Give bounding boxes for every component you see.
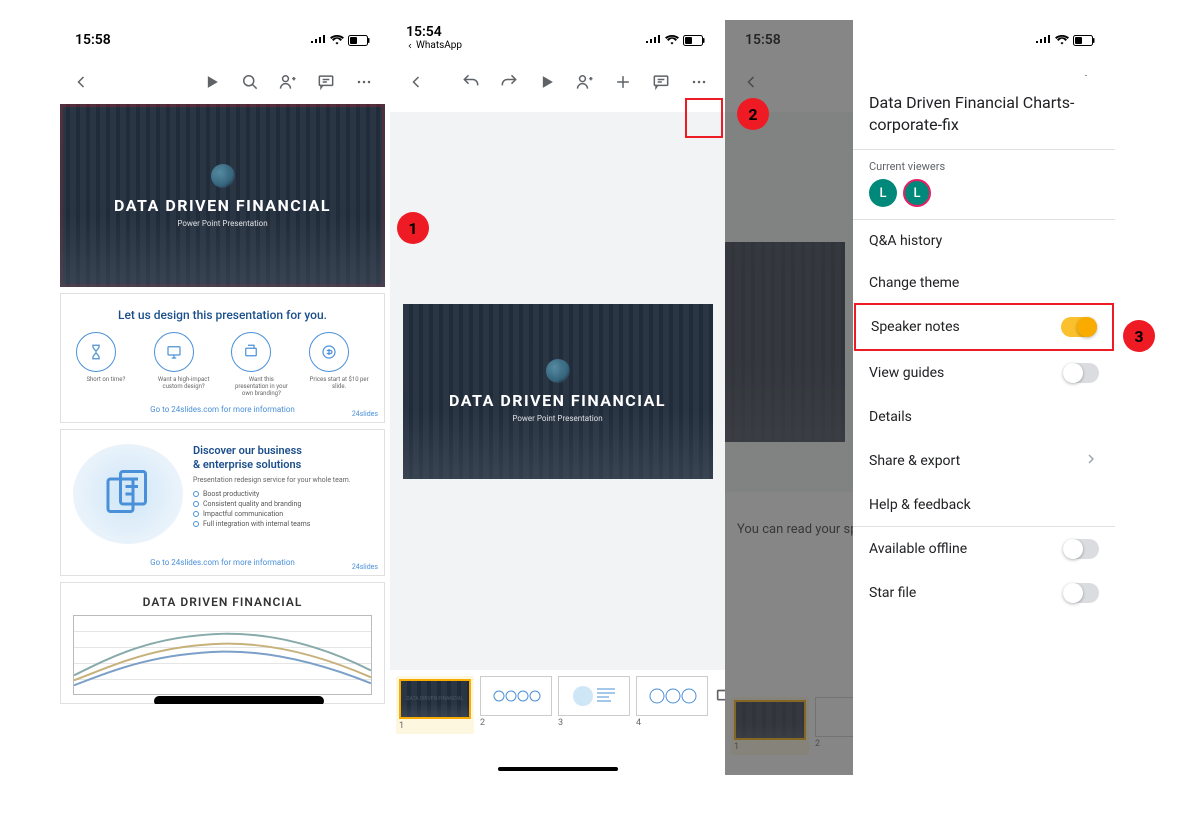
cellular-icon (645, 35, 661, 45)
back-button[interactable] (733, 64, 769, 100)
menu-sheet: Data Driven Financial Charts-corporate-f… (853, 76, 1115, 775)
cellular-icon (310, 35, 326, 45)
comments-button[interactable] (308, 64, 344, 100)
menu-qa-history[interactable]: Q&A history (853, 220, 1115, 262)
globe-icon (546, 359, 570, 383)
slide-canvas[interactable]: DATA DRIVEN FINANCIAL Power Point Presen… (390, 112, 725, 670)
filmstrip-thumb-3[interactable]: 3 (558, 676, 630, 728)
share-person-button[interactable] (270, 64, 306, 100)
hourglass-icon (76, 332, 116, 372)
slide2-foot: Go to 24slides.com for more information (67, 405, 378, 414)
viewer-avatar-2[interactable]: L (903, 179, 931, 207)
callout-1: 1 (397, 212, 429, 244)
status-bar: 15:58 (55, 20, 390, 60)
chart-area (73, 615, 372, 695)
menu-speaker-notes[interactable]: Speaker notes (855, 304, 1113, 350)
slide-thumb-4[interactable]: DATA DRIVEN FINANCIAL (60, 582, 385, 704)
menu-change-theme[interactable]: Change theme (853, 262, 1115, 304)
monitor-icon (154, 332, 194, 372)
back-to-app[interactable]: WhatsApp (406, 40, 462, 51)
file-title: Data Driven Financial Charts-corporate-f… (853, 92, 1115, 149)
wifi-icon (1055, 35, 1069, 45)
toolbar-editor (390, 60, 725, 104)
status-time: 15:54 (406, 24, 462, 40)
slide-title: DATA DRIVEN FINANCIAL (114, 196, 331, 215)
slides-grid[interactable]: DATA DRIVEN FINANCIAL Power Point Presen… (55, 104, 390, 704)
slide3-title2: & enterprise solutions (193, 458, 351, 472)
play-button[interactable] (194, 64, 230, 100)
play-button[interactable] (529, 64, 565, 100)
star-toggle[interactable] (1063, 583, 1099, 603)
slide-subtitle: Power Point Presentation (177, 219, 267, 228)
menu-available-offline[interactable]: Available offline (853, 527, 1115, 571)
status-icons (645, 35, 705, 46)
more-button[interactable] (346, 64, 382, 100)
callout-2: 2 (737, 98, 769, 130)
globe-icon (211, 164, 235, 188)
toolbar-overview (55, 60, 390, 104)
slide3-sub: Presentation redesign service for your w… (193, 476, 351, 484)
battery-icon (348, 35, 370, 46)
menu-share-export[interactable]: Share & export (853, 438, 1115, 484)
slide-thumb-2[interactable]: Let us design this presentation for you.… (60, 293, 385, 423)
view-guides-toggle[interactable] (1063, 363, 1099, 383)
speaker-notes-toggle[interactable] (1061, 317, 1097, 337)
status-time: 15:58 (745, 32, 781, 48)
back-button[interactable] (398, 64, 434, 100)
filmstrip-thumb-1[interactable]: 1 (731, 697, 809, 755)
slide3-title1: Discover our business (193, 444, 351, 458)
share-person-button[interactable] (567, 64, 603, 100)
panel-menu: 15:58 You ca (725, 20, 1115, 775)
more-button[interactable] (681, 64, 717, 100)
filmstrip-thumb-4[interactable]: 4 (636, 676, 708, 728)
filmstrip-thumb-2[interactable]: 2 (480, 676, 552, 728)
home-indicator (498, 767, 618, 771)
panel-overview: 15:58 (55, 20, 390, 775)
status-time: 15:58 (75, 32, 111, 48)
wifi-icon (665, 35, 679, 45)
menu-help-feedback[interactable]: Help & feedback (853, 484, 1115, 526)
panel-editor: 15:54 WhatsApp (390, 20, 725, 775)
slides-icon (231, 332, 271, 372)
menu-view-guides[interactable]: View guides (853, 350, 1115, 396)
battery-icon (1073, 35, 1095, 46)
insert-button[interactable] (605, 64, 641, 100)
comments-button[interactable] (643, 64, 679, 100)
documents-icon (73, 444, 183, 544)
search-button[interactable] (232, 64, 268, 100)
slide2-head: Let us design this presentation for you. (67, 308, 378, 322)
filmstrip: DATA DRIVEN FINANCIAL 1 2 3 4 (390, 670, 725, 734)
filmstrip-thumb-1[interactable]: DATA DRIVEN FINANCIAL 1 (396, 676, 474, 734)
slide-thumb-3[interactable]: Discover our business & enterprise solut… (60, 429, 385, 576)
viewers-section: Current viewers L L (853, 150, 1115, 219)
wifi-icon (330, 35, 344, 45)
slide-thumb-1[interactable]: DATA DRIVEN FINANCIAL Power Point Presen… (60, 104, 385, 287)
cellular-icon (1035, 35, 1051, 45)
offline-toggle[interactable] (1063, 539, 1099, 559)
status-bar: 15:58 (725, 20, 1115, 60)
menu-star-file[interactable]: Star file (853, 571, 1115, 615)
battery-icon (683, 35, 705, 46)
chevron-right-icon (1083, 451, 1099, 471)
status-icons (310, 35, 370, 46)
status-icons (1035, 35, 1095, 46)
menu-details[interactable]: Details (853, 396, 1115, 438)
callout-3: 3 (1123, 320, 1155, 352)
status-bar: 15:54 WhatsApp (390, 20, 725, 60)
redo-button[interactable] (491, 64, 527, 100)
back-button[interactable] (63, 64, 99, 100)
add-slide-button[interactable] (714, 676, 725, 716)
viewer-avatar-1[interactable]: L (869, 179, 897, 207)
undo-button[interactable] (453, 64, 489, 100)
price-icon (309, 332, 349, 372)
